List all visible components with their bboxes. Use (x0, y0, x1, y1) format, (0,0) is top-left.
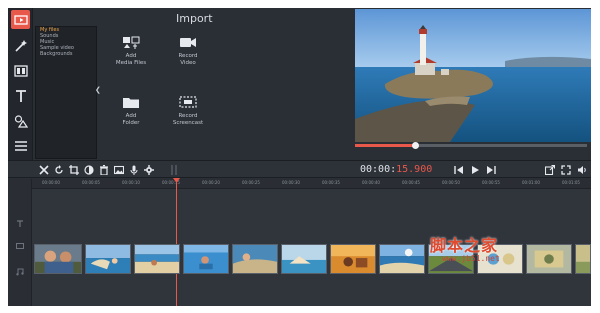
audio-icon[interactable] (128, 164, 140, 176)
ruler-tick-label: 00:00:05 (82, 180, 100, 185)
video-clip[interactable] (85, 244, 131, 274)
ruler-tick-label: 00:00:35 (322, 180, 340, 185)
add-media-files-button[interactable]: Add Media Files (106, 32, 156, 80)
ruler-tick-label: 00:00:40 (362, 180, 380, 185)
video-clip[interactable] (232, 244, 278, 274)
import-icon[interactable] (11, 10, 30, 29)
delete-icon[interactable] (98, 164, 110, 176)
category-backgrounds[interactable]: Backgrounds (36, 51, 96, 57)
record-screencast-label: Record Screencast (172, 113, 204, 126)
ruler-tick-label: 00:00:50 (442, 180, 460, 185)
timecode-main: 00:00: (360, 164, 397, 175)
add-media-icon (123, 36, 140, 49)
timeline[interactable]: 00:00:00 00:00:05 00:00:10 00:00:15 00:00:20… (8, 179, 591, 306)
import-title: Import (176, 12, 213, 25)
video-clip[interactable] (526, 244, 572, 274)
record-video-button[interactable]: Record Video (163, 32, 213, 80)
shapes-icon[interactable] (11, 111, 30, 130)
video-clip[interactable] (34, 244, 82, 274)
video-clip[interactable] (379, 244, 425, 274)
titles-icon[interactable] (11, 86, 30, 105)
ruler-tick-label: 00:00:00 (42, 180, 60, 185)
video-clip[interactable] (330, 244, 376, 274)
playback-progress-fill (355, 144, 416, 147)
video-clip[interactable] (281, 244, 327, 274)
play-icon[interactable] (469, 164, 481, 176)
screencast-icon (179, 96, 197, 108)
add-media-label: Add Media Files (115, 53, 147, 66)
ruler-tick-label: 00:00:45 (402, 180, 420, 185)
left-toolbar (8, 8, 33, 160)
skip-forward-icon[interactable] (485, 164, 497, 176)
video-track (34, 244, 591, 274)
playhead[interactable] (176, 178, 177, 306)
split-handle-icon[interactable] (168, 164, 180, 176)
timecode-display: 00:00:15.900 (360, 164, 432, 175)
folder-icon (123, 98, 139, 108)
video-track-icon[interactable] (16, 235, 24, 249)
import-category-list: My files Sounds Music Sample video Backg… (35, 26, 97, 159)
text-track-icon[interactable] (16, 213, 24, 227)
cut-icon[interactable] (38, 164, 50, 176)
playback-progress-bar[interactable] (355, 142, 587, 149)
volume-icon[interactable] (576, 164, 588, 176)
filters-icon[interactable] (11, 61, 30, 80)
ruler-tick-label: 00:00:30 (282, 180, 300, 185)
ruler-tick-label: 00:00:20 (202, 180, 220, 185)
video-preview (355, 9, 591, 142)
rotate-icon[interactable] (53, 164, 65, 176)
color-adjust-icon[interactable] (83, 164, 95, 176)
video-clip[interactable] (575, 244, 591, 274)
ruler-tick-label: 00:00:25 (242, 180, 260, 185)
export-icon[interactable] (544, 164, 556, 176)
ruler-tick-label: 00:01:00 (522, 180, 540, 185)
site-watermark: 脚本之家 www.jb51.net (430, 232, 500, 263)
video-clip[interactable] (134, 244, 180, 274)
playback-scrubber-handle[interactable] (412, 142, 420, 149)
collapse-panel-icon[interactable]: ❮ (95, 86, 101, 94)
crop-icon[interactable] (68, 164, 80, 176)
settings-icon[interactable] (143, 164, 155, 176)
ruler-tick-label: 00:00:55 (482, 180, 500, 185)
audio-track-icon[interactable] (16, 261, 24, 276)
magic-wand-icon[interactable] (11, 36, 30, 55)
timeline-ruler[interactable]: 00:00:00 00:00:05 00:00:10 00:00:15 00:00:20… (32, 179, 591, 189)
timeline-track-controls (8, 179, 32, 306)
video-editor-window: My files Sounds Music Sample video Backg… (8, 8, 591, 306)
ruler-tick-label: 00:00:10 (122, 180, 140, 185)
watermark-url: www.jb51.net (442, 254, 500, 263)
editing-toolbar: 00:00:15.900 (8, 160, 591, 178)
skip-back-icon[interactable] (453, 164, 465, 176)
record-screencast-button[interactable]: Record Screencast (163, 92, 213, 140)
record-video-label: Record Video (178, 53, 198, 66)
fullscreen-icon[interactable] (560, 164, 572, 176)
image-icon[interactable] (113, 164, 125, 176)
watermark-logo-text: 脚本之家 (430, 236, 499, 255)
camera-icon (180, 38, 196, 47)
add-folder-button[interactable]: Add Folder (106, 92, 156, 140)
add-folder-label: Add Folder (122, 113, 140, 126)
timecode-fraction: 15.900 (396, 164, 433, 175)
ruler-tick-label: 00:01:05 (562, 180, 580, 185)
more-icon[interactable] (11, 136, 30, 155)
video-clip[interactable] (183, 244, 229, 274)
